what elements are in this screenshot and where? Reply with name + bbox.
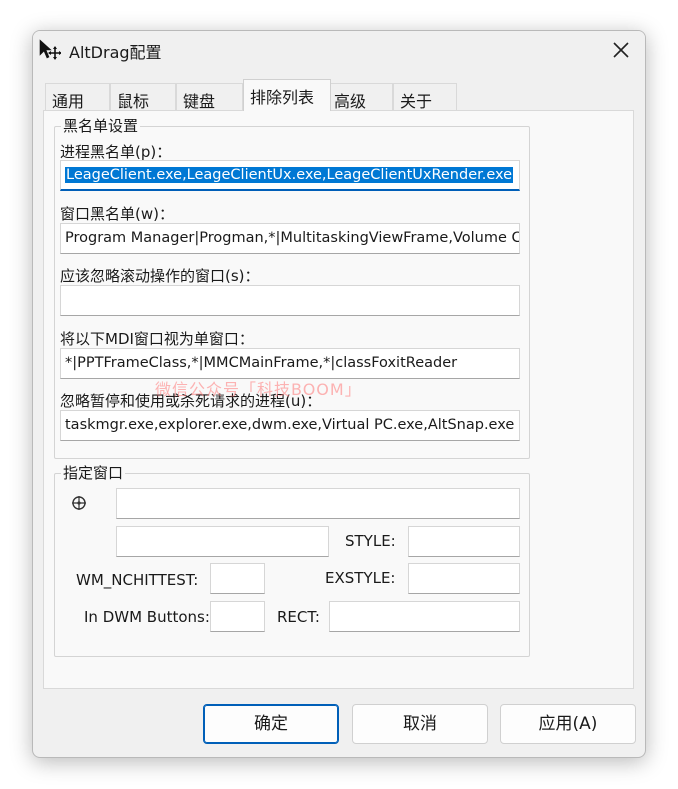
scroll-ignore-label: 应该忽略滚动操作的窗口(s)： xyxy=(60,267,260,285)
pause-ignore-field[interactable]: taskmgr.exe,explorer.exe,dwm.exe,Virtual… xyxy=(60,410,520,441)
title-bar[interactable]: AltDrag配置 xyxy=(33,31,645,69)
style-field[interactable] xyxy=(408,526,520,557)
mdi-single-window-label: 将以下MDI窗口视为单窗口： xyxy=(60,330,254,348)
mdi-single-window-field[interactable]: *|PPTFrameClass,*|MMCMainFrame,*|classFo… xyxy=(60,348,520,379)
wm-nchittest-label: WM_NCHITTEST: xyxy=(76,571,199,589)
window-title-field[interactable] xyxy=(116,488,520,519)
tab-strip: 通用 鼠标 键盘 排除列表 高级 关于 xyxy=(45,79,645,111)
process-blacklist-value: LeageClient.exe,LeageClientUx.exe,LeageC… xyxy=(65,167,514,183)
ok-button[interactable]: 确定 xyxy=(203,704,339,744)
cancel-button[interactable]: 取消 xyxy=(352,704,488,744)
exstyle-label: EXSTYLE: xyxy=(325,569,396,587)
apply-button[interactable]: 应用(A) xyxy=(500,704,636,744)
tab-about[interactable]: 关于 xyxy=(393,83,457,111)
blacklist-panel: 黑名单设置 进程黑名单(p)： LeageClient.exe,LeageCli… xyxy=(43,110,634,689)
window-title: AltDrag配置 xyxy=(69,43,162,62)
crosshair-target-icon[interactable] xyxy=(71,495,87,511)
dwm-buttons-label: In DWM Buttons: xyxy=(84,608,210,626)
window-blacklist-label: 窗口黑名单(w)： xyxy=(60,205,174,223)
rect-label: RECT: xyxy=(277,608,320,626)
tab-keyboard[interactable]: 键盘 xyxy=(176,83,243,111)
tab-advanced[interactable]: 高级 xyxy=(327,83,393,111)
specify-window-group-title: 指定窗口 xyxy=(61,464,126,482)
tab-general[interactable]: 通用 xyxy=(45,83,110,111)
tab-mouse[interactable]: 鼠标 xyxy=(110,83,176,111)
rect-field[interactable] xyxy=(329,601,520,632)
style-label: STYLE: xyxy=(345,532,396,550)
wm-nchittest-field[interactable] xyxy=(210,563,265,594)
exstyle-field[interactable] xyxy=(408,563,520,594)
process-blacklist-field[interactable]: LeageClient.exe,LeageClientUx.exe,LeageC… xyxy=(60,160,520,191)
altdrag-app-icon xyxy=(39,39,61,60)
close-icon[interactable] xyxy=(611,40,631,60)
window-blacklist-field[interactable]: Program Manager|Progman,*|MultitaskingVi… xyxy=(60,223,520,254)
dwm-buttons-field[interactable] xyxy=(210,601,265,632)
altdrag-settings-window: AltDrag配置 通用 鼠标 键盘 排除列表 高级 关于 黑名单设置 进程黑名… xyxy=(32,30,646,758)
blacklist-group-title: 黑名单设置 xyxy=(61,117,141,135)
process-blacklist-label: 进程黑名单(p)： xyxy=(60,143,172,161)
window-class-field[interactable] xyxy=(116,526,329,557)
pause-ignore-label: 忽略暂停和使用或杀死请求的进程(u)： xyxy=(60,392,322,410)
scroll-ignore-field[interactable] xyxy=(60,285,520,316)
tab-blacklist[interactable]: 排除列表 xyxy=(243,79,331,111)
